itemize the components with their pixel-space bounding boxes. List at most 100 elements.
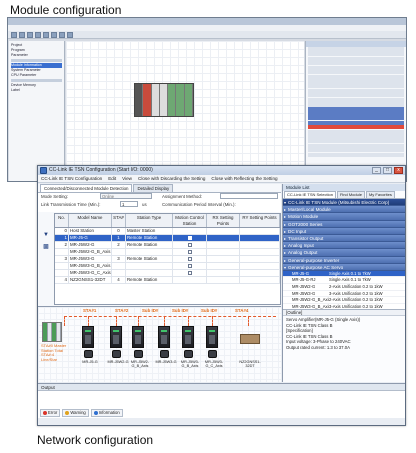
module-configuration-canvas[interactable] (66, 41, 304, 181)
minimize-button[interactable]: _ (372, 167, 381, 174)
module-category[interactable]: ▸ Transistor Output (283, 234, 405, 243)
element-list-row[interactable] (308, 143, 404, 148)
table-row[interactable]: MR-J5W3-G_B_Axis (55, 263, 280, 270)
io-module[interactable] (240, 334, 260, 344)
element-list-row[interactable] (308, 129, 404, 134)
table-row[interactable]: 4 NZ2GNSS1-32DT 4 Remote Station (55, 277, 280, 284)
element-list-row[interactable] (308, 106, 404, 112)
element-list-row[interactable] (308, 84, 404, 89)
table-row[interactable]: 0 Host Station 0 Master Station (55, 228, 280, 235)
toolbar-icon[interactable] (51, 32, 57, 38)
servo-amplifier[interactable] (82, 326, 94, 348)
toolbar-icon[interactable] (43, 32, 49, 38)
element-list-row[interactable] (308, 79, 404, 84)
close-button[interactable]: x (394, 167, 403, 174)
element-list-row[interactable] (308, 134, 404, 139)
element-list-row[interactable] (308, 93, 404, 98)
master-station-module[interactable] (42, 322, 62, 342)
mode-setting-field[interactable]: Online (100, 193, 152, 199)
expand-arrow-icon[interactable]: ▸ (284, 257, 286, 263)
navigation-item[interactable]: CPU Parameter (11, 73, 62, 78)
toolbar-icon[interactable] (59, 32, 65, 38)
base-unit-rack[interactable] (134, 83, 194, 117)
toolbar-icon[interactable] (11, 32, 17, 38)
tab-find-module[interactable]: Find Module (336, 191, 365, 198)
expand-arrow-icon[interactable]: ▸ (284, 213, 286, 219)
menu-configuration[interactable]: CC-Link IE TSN Configuration (41, 175, 102, 182)
motion-control-checkbox[interactable] (187, 250, 192, 254)
table-cell-ry[interactable] (240, 270, 280, 276)
servo-amplifier[interactable] (182, 326, 194, 348)
link-transmission-field[interactable]: 1 (120, 201, 138, 207)
module-category[interactable]: ▸ Motion Module (283, 213, 405, 221)
element-list-row[interactable] (308, 47, 404, 52)
tab-module-detection[interactable]: Connected/Disconnected Module Detection (40, 184, 133, 192)
table-cell-rx[interactable] (207, 249, 240, 255)
motion-control-checkbox[interactable] (187, 257, 192, 261)
expand-arrow-icon[interactable]: ▸ (284, 249, 286, 255)
table-row[interactable]: 2 MR-J5W2-G 2 Remote Station (55, 242, 280, 249)
element-list-row[interactable] (308, 138, 404, 144)
header-station-type[interactable]: Station Type (126, 214, 173, 227)
expand-arrow-icon[interactable]: ▸ (284, 228, 286, 234)
module-category[interactable]: ▸ DC Input (283, 227, 405, 235)
expand-arrow-icon[interactable]: ▸ (284, 221, 286, 227)
module-list-item[interactable]: MR-J5W2-G 2-Axis Unification 0.2 to 1kW (283, 284, 405, 291)
module-category[interactable]: ▾ CC-Link IE TSN Module (Mitsubishi Elect… (283, 199, 405, 207)
navigation-item[interactable]: Label (11, 88, 62, 93)
table-row[interactable]: MR-J5W2-G_B_Axis (55, 249, 280, 256)
table-cell-ry[interactable] (240, 263, 280, 269)
table-cell-ry[interactable] (240, 242, 280, 248)
table-cell-rx[interactable] (207, 256, 240, 262)
motion-control-checkbox[interactable] (187, 264, 192, 268)
table-row[interactable]: MR-J5W3-G_C_Axis (55, 270, 280, 277)
module-category[interactable]: ▸ General-purpose Inverter (283, 256, 405, 264)
output-tab-warning[interactable]: Warning (62, 409, 89, 417)
table-cell-ry[interactable] (240, 249, 280, 255)
table-cell-rx[interactable] (207, 235, 240, 241)
header-motion-control[interactable]: Motion Control Station (173, 214, 207, 227)
module-category[interactable]: ▸ Analog Output (283, 249, 405, 257)
element-list-row[interactable] (308, 111, 404, 116)
table-row[interactable]: 1 MR-J5-G 1 Remote Station (55, 235, 280, 242)
table-cell-ry[interactable] (240, 277, 280, 283)
module-category[interactable]: ▸ GOT2000 Series (283, 220, 405, 228)
motion-control-checkbox[interactable] (187, 271, 192, 275)
expand-arrow-icon[interactable]: ▾ (284, 199, 286, 205)
module-list-item[interactable]: MR-J5-G Single Axis 0.1 to 7kW (283, 270, 405, 278)
element-list-row[interactable] (308, 97, 404, 102)
element-list-row[interactable] (308, 102, 404, 107)
expand-arrow-icon[interactable]: ▸ (284, 206, 286, 212)
servo-amplifier[interactable] (110, 326, 122, 348)
table-cell-rx[interactable] (207, 242, 240, 248)
table-cell-rx[interactable] (207, 228, 240, 234)
toolbar-icon[interactable] (67, 32, 73, 38)
element-list-row[interactable] (308, 152, 404, 157)
table-row[interactable]: 3 MR-J5W3-G 3 Remote Station (55, 256, 280, 263)
module-list-item[interactable]: MR-J5-G-RJ Single Axis 0.1 to 7kW (283, 277, 405, 285)
module-category[interactable]: ▸ Master/Local Module (283, 206, 405, 214)
table-cell-ry[interactable] (240, 256, 280, 262)
menu-close-discard[interactable]: Close with Discarding the Setting (138, 175, 205, 182)
module-category[interactable]: ▸ Analog Input (283, 242, 405, 250)
element-list-row[interactable] (308, 56, 404, 61)
navigation-item[interactable]: Parameter (11, 53, 62, 58)
expand-arrow-icon[interactable]: ▾ (284, 264, 286, 270)
network-diagram[interactable]: STA#0 Master Station Total STA#:4 Line/S… (38, 306, 281, 382)
toolbar-icon[interactable] (19, 32, 25, 38)
element-list-row[interactable] (308, 125, 404, 130)
header-model-name[interactable]: Model Name (69, 214, 112, 227)
menu-edit[interactable]: Edit (108, 175, 116, 182)
element-list-row[interactable] (308, 51, 404, 57)
element-list-row[interactable] (308, 61, 404, 66)
element-list-row[interactable] (308, 88, 404, 93)
servo-amplifier[interactable] (206, 326, 218, 348)
module-list-item[interactable]: MR-J5W3-G 3-Axis Unification 0.2 to 1kW (283, 291, 405, 298)
element-list-row[interactable] (308, 74, 404, 80)
toolbar-icon[interactable] (27, 32, 33, 38)
maximize-button[interactable]: □ (383, 167, 392, 174)
expand-arrow-icon[interactable]: ▸ (284, 242, 286, 248)
tab-my-favorites[interactable]: My Favorites (365, 191, 395, 198)
motion-control-checkbox[interactable] (187, 243, 192, 247)
table-cell-rx[interactable] (207, 270, 240, 276)
